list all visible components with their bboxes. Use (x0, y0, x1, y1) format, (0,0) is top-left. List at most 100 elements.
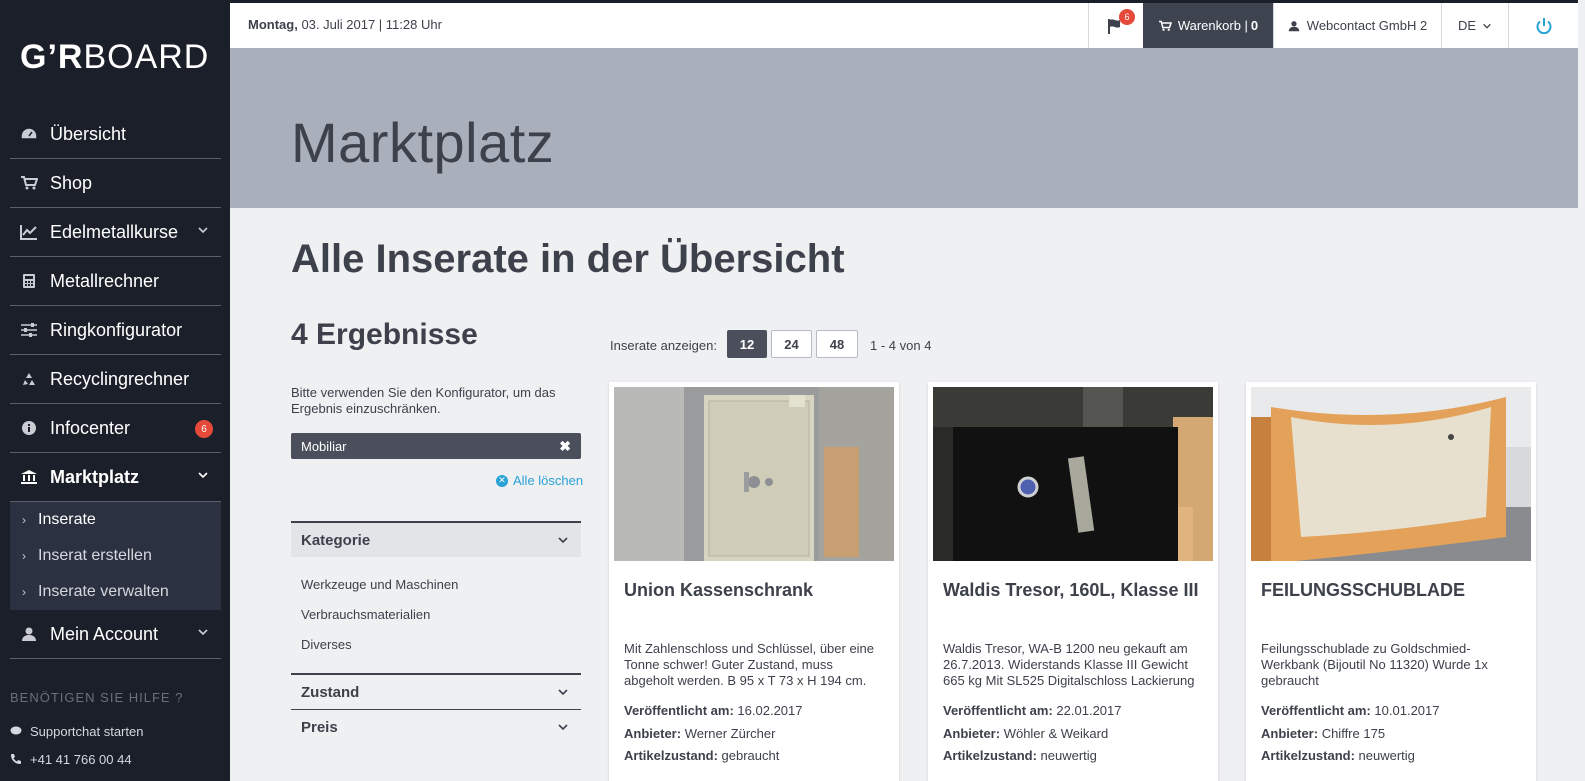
user-menu[interactable]: Webcontact GmbH 2 (1273, 3, 1441, 48)
sidebar-item-mein-account[interactable]: Mein Account (10, 610, 221, 659)
user-icon (1288, 20, 1300, 31)
listing-title[interactable]: Waldis Tresor, 160L, Klasse III (943, 580, 1198, 601)
subnav-item-inserate[interactable]: › Inserate (10, 502, 221, 538)
sidebar-item-label: Ringkonfigurator (50, 319, 183, 340)
filter-option[interactable]: Diverses (291, 629, 581, 659)
language-select[interactable]: DE (1441, 3, 1508, 48)
subnav-item-inserate-verwalten[interactable]: › Inserate verwalten (10, 574, 221, 610)
phone-link[interactable]: +41 41 766 00 44 (10, 745, 221, 773)
results-count: 4 Ergebnisse (291, 318, 478, 351)
subnav-item-label: Inserate (38, 511, 96, 528)
close-circle-icon: ✕ (496, 474, 508, 487)
chevron-down-icon (198, 227, 208, 234)
notifications-button[interactable]: 6 (1088, 3, 1143, 48)
sidebar-item-label: Marktplatz (50, 466, 140, 487)
topbar: Montag, 03. Juli 2017 | 11:28 Uhr 6 Ware… (230, 3, 1578, 48)
filter-kategorie-header[interactable]: Kategorie (291, 523, 581, 557)
sidebar-item-label: Edelmetallkurse (50, 221, 179, 242)
listing-title[interactable]: FEILUNGSSCHUBLADE (1261, 580, 1465, 601)
page-size-12-button[interactable]: 12 (727, 330, 767, 358)
listing-image[interactable] (614, 387, 894, 561)
phone-label: +41 41 766 00 44 (30, 751, 132, 767)
info-icon (18, 419, 40, 437)
listing-seller: Anbieter: Werner Zürcher (624, 726, 776, 741)
listing-seller: Anbieter: Chiffre 175 (1261, 726, 1386, 741)
sidebar-item-ringkonfigurator[interactable]: Ringkonfigurator (10, 306, 221, 355)
listing-card[interactable]: Union Kassenschrank Mit Zahlenschloss un… (609, 382, 899, 781)
recycle-icon (18, 370, 40, 388)
shopping-cart-icon (1158, 20, 1172, 31)
sidebar-item-label: Infocenter (50, 417, 131, 438)
filter-option[interactable]: Verbrauchsmaterialien (291, 599, 581, 629)
listing-image[interactable] (1251, 387, 1531, 561)
calculator-icon (18, 272, 40, 290)
active-filter-tag[interactable]: Mobiliar ✖ (291, 433, 581, 459)
listing-description: Waldis Tresor, WA-B 1200 neu gekauft am … (943, 641, 1195, 688)
page-size-48-button[interactable]: 48 (816, 330, 858, 358)
chevron-down-icon (558, 689, 568, 696)
filter-zustand-header[interactable]: Zustand (291, 675, 581, 709)
filter-hint: Bitte verwenden Sie den Konfigurator, um… (291, 385, 556, 416)
sidebar-item-label: Recyclingrechner (50, 368, 190, 389)
cart-count: 0 (1250, 18, 1259, 33)
current-date: Montag, 03. Juli 2017 | 11:28 Uhr (248, 17, 442, 32)
listing-condition: Artikelzustand: gebraucht (624, 748, 780, 763)
filter-option[interactable]: Werkzeuge und Maschinen (291, 569, 581, 599)
page-size-label: Inserate anzeigen: (610, 338, 717, 353)
bank-icon (18, 468, 40, 486)
filter-preis-header[interactable]: Preis (291, 710, 581, 744)
filter-preis: Preis (291, 709, 581, 744)
listing-description: Feilungsschublade zu Goldschmied-Werkban… (1261, 641, 1488, 688)
filter-kategorie: Kategorie Werkzeuge und Maschinen Verbra… (291, 521, 581, 659)
listing-image[interactable] (933, 387, 1213, 561)
chevron-down-icon (1483, 23, 1491, 29)
listing-title[interactable]: Union Kassenschrank (624, 580, 813, 601)
sidebar-item-label: Übersicht (50, 123, 127, 144)
subnav-item-label: Inserate verwalten (38, 583, 169, 600)
listing-card[interactable]: FEILUNGSSCHUBLADE Feilungsschublade zu G… (1246, 382, 1536, 781)
chevron-down-icon (558, 537, 568, 544)
subnav-item-label: Inserat erstellen (38, 547, 152, 564)
sidebar-item-edelmetallkurse[interactable]: Edelmetallkurse (10, 208, 221, 257)
clear-all-button[interactable]: ✕ Alle löschen (496, 473, 583, 488)
chevron-down-icon (198, 472, 208, 479)
supportchat-label: Supportchat starten (30, 723, 144, 739)
filter-label: Preis (301, 718, 338, 736)
sidebar: G’RBOARD Übersicht Shop Edelmetallkurse … (0, 0, 230, 781)
chevron-right-icon: › (22, 549, 26, 563)
filter-zustand: Zustand (291, 673, 581, 709)
chevron-right-icon: › (22, 513, 26, 527)
pagination-count: 1 - 4 von 4 (870, 338, 932, 353)
listing-card[interactable]: Waldis Tresor, 160L, Klasse III Waldis T… (928, 382, 1218, 781)
page-hero: Marktplatz (230, 48, 1578, 208)
close-icon[interactable]: ✖ (559, 438, 571, 455)
logo[interactable]: G’RBOARD (20, 38, 209, 77)
page-size-24-button[interactable]: 24 (771, 330, 812, 358)
shopping-cart-icon (18, 174, 40, 192)
cart-button[interactable]: Warenkorb | 0 (1143, 3, 1273, 48)
user-icon (18, 625, 40, 643)
sidebar-item-uebersicht[interactable]: Übersicht (10, 110, 221, 159)
supportchat-link[interactable]: Supportchat starten (10, 717, 221, 745)
logout-button[interactable] (1508, 3, 1578, 48)
sidebar-item-recyclingrechner[interactable]: Recyclingrechner (10, 355, 221, 404)
marktplatz-subnav: › Inserate › Inserat erstellen › Inserat… (10, 502, 221, 610)
notification-badge: 6 (195, 420, 213, 438)
sidebar-nav: Übersicht Shop Edelmetallkurse Metallrec… (10, 110, 221, 659)
sliders-icon (18, 321, 40, 339)
sidebar-item-infocenter[interactable]: Infocenter 6 (10, 404, 221, 453)
subnav-item-inserat-erstellen[interactable]: › Inserat erstellen (10, 538, 221, 574)
sidebar-item-shop[interactable]: Shop (10, 159, 221, 208)
sidebar-item-marktplatz[interactable]: Marktplatz (10, 453, 221, 502)
dashboard-icon (18, 125, 40, 143)
sidebar-item-metallrechner[interactable]: Metallrechner (10, 257, 221, 306)
chevron-right-icon: › (22, 585, 26, 599)
chevron-down-icon (198, 629, 208, 636)
listing-condition: Artikelzustand: neuwertig (943, 748, 1097, 763)
clear-all-label: Alle löschen (513, 473, 584, 488)
listing-published: Veröffentlicht am: 16.02.2017 (624, 703, 803, 718)
phone-icon (10, 753, 22, 765)
language-value: DE (1457, 18, 1477, 33)
section-title: Alle Inserate in der Übersicht (291, 237, 845, 281)
user-name: Webcontact GmbH 2 (1306, 18, 1428, 33)
